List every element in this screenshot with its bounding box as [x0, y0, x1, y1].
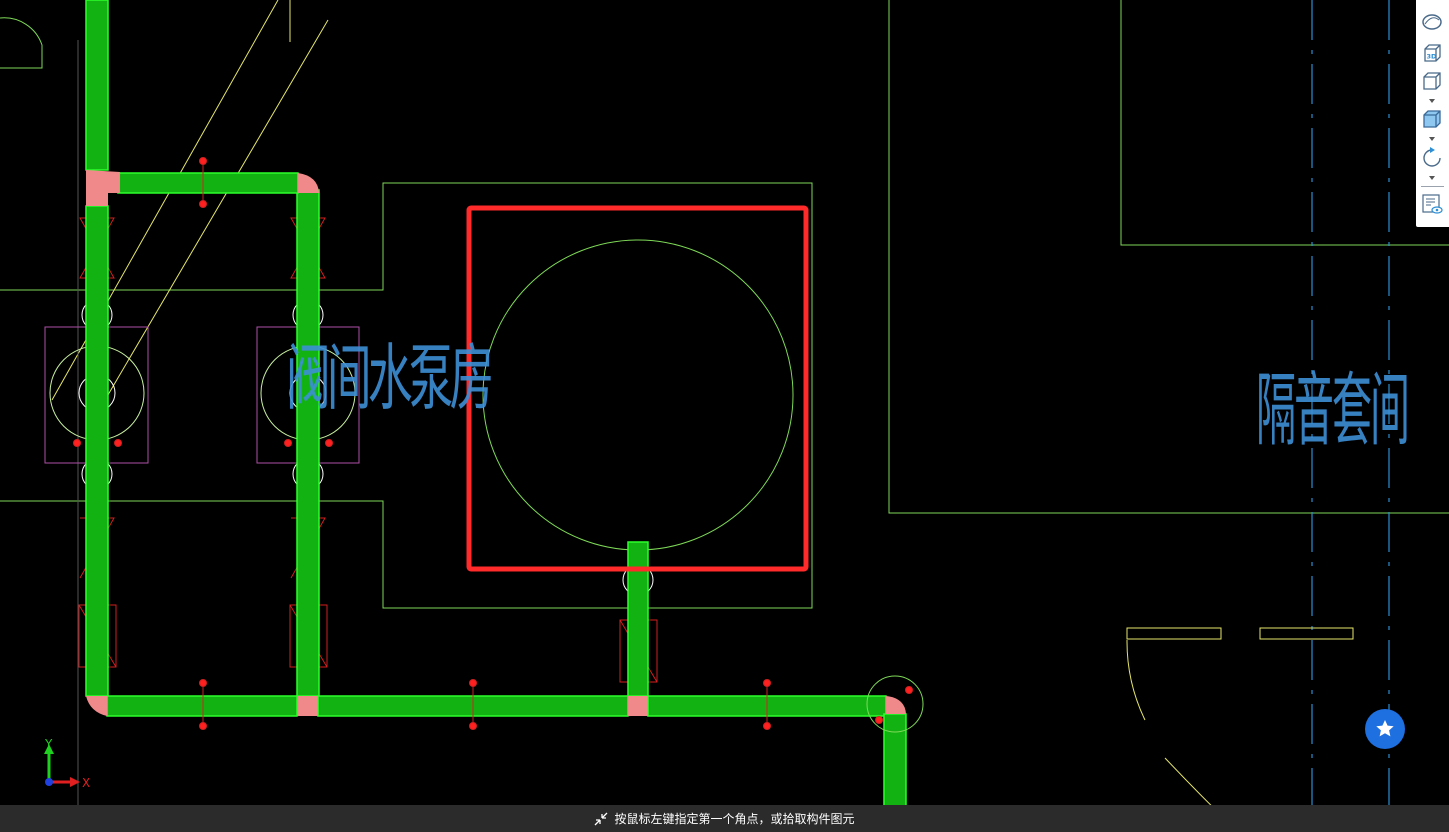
rotate-dropdown[interactable] — [1427, 174, 1437, 182]
favorite-button[interactable] — [1365, 709, 1405, 749]
shaded-view-button[interactable] — [1420, 107, 1444, 131]
orbit-view-button[interactable] — [1420, 10, 1444, 34]
chevron-down-icon — [1429, 99, 1435, 103]
list-eye-icon — [1422, 194, 1443, 214]
axis-x-label: X — [82, 776, 90, 790]
valve-symbols — [78, 217, 658, 683]
view-toolbar: 3D — [1416, 0, 1449, 227]
ucs-axis-indicator: Y X — [44, 737, 90, 790]
chevron-down-icon — [1429, 176, 1435, 180]
ellipse-icon — [1422, 14, 1442, 30]
display-settings-button[interactable] — [1420, 192, 1444, 216]
status-bar: 按鼠标左键指定第一个角点，或拾取构件图元 — [0, 805, 1449, 832]
svg-text:3D: 3D — [1427, 53, 1438, 61]
wire-view-dropdown[interactable] — [1427, 97, 1437, 105]
cube-3d-icon: 3D — [1424, 44, 1441, 62]
status-message: 按鼠标左键指定第一个角点，或拾取构件图元 — [614, 812, 855, 826]
wire-cube-icon — [1423, 72, 1441, 90]
shaded-view-dropdown[interactable] — [1427, 135, 1437, 143]
wire-view-button[interactable] — [1420, 69, 1444, 93]
chevron-down-icon — [1429, 137, 1435, 141]
star-icon — [1376, 720, 1394, 737]
rotate-button[interactable] — [1420, 145, 1444, 169]
rotate-icon — [1423, 147, 1441, 167]
shaded-cube-icon — [1423, 110, 1441, 128]
view-3d-button[interactable]: 3D — [1420, 41, 1444, 65]
axis-y-label: Y — [44, 737, 53, 751]
pipes[interactable] — [85, 0, 907, 832]
cad-canvas[interactable]: Y X — [0, 0, 1449, 832]
pipe-fittings — [86, 170, 906, 716]
room-label-pump: 阀间水泵房 — [286, 336, 494, 420]
shrink-arrows-icon — [594, 812, 608, 826]
dimension-markers — [73, 157, 913, 730]
tank-circle — [482, 239, 794, 551]
room-label-vestibule: 隔音套间 — [1256, 364, 1410, 457]
toolbar-separator — [1421, 186, 1444, 187]
selection-box[interactable] — [466, 205, 809, 572]
